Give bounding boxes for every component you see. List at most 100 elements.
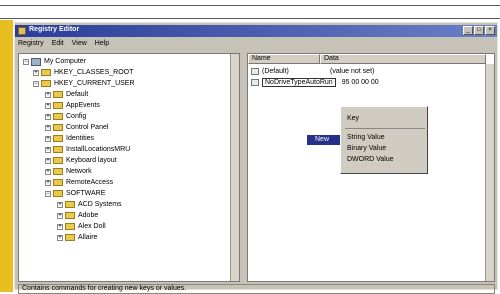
value-row[interactable]: (Default) (value not set) bbox=[251, 66, 374, 76]
expand-icon[interactable]: + bbox=[45, 179, 51, 186]
computer-icon bbox=[31, 57, 41, 66]
expand-icon[interactable]: + bbox=[57, 223, 63, 230]
tree-item-installlocationsmru[interactable]: + InstallLocationsMRU bbox=[45, 144, 130, 155]
tree-item-label: ACD Systems bbox=[78, 201, 122, 208]
tree-item-label: Default bbox=[66, 91, 89, 98]
top-rule bbox=[0, 5, 500, 6]
tree-item-software[interactable]: − SOFTWARE bbox=[45, 188, 105, 199]
new-menu-label: New bbox=[315, 136, 330, 143]
registry-app-icon bbox=[18, 27, 26, 35]
folder-icon bbox=[41, 80, 51, 87]
tree-item-control-panel[interactable]: + Control Panel bbox=[45, 122, 108, 133]
collapse-icon[interactable]: − bbox=[33, 80, 39, 87]
folder-icon bbox=[53, 146, 63, 153]
tree-item-label: Alex Doll bbox=[78, 223, 106, 230]
tree-item-identities[interactable]: + Identities bbox=[45, 133, 94, 144]
tree-item-label: Allaire bbox=[78, 234, 98, 241]
tree-item-allaire[interactable]: + Allaire bbox=[57, 232, 97, 243]
tree-item-label: RemoteAccess bbox=[66, 179, 114, 186]
accent-bar bbox=[0, 20, 13, 292]
value-name: (Default) bbox=[262, 67, 289, 75]
collapse-icon[interactable]: − bbox=[45, 190, 51, 197]
tree-item-alex-doll[interactable]: + Alex Doll bbox=[57, 221, 106, 232]
tree-item-adobe[interactable]: + Adobe bbox=[57, 210, 98, 221]
tree-item-config[interactable]: + Config bbox=[45, 111, 86, 122]
expand-icon[interactable]: + bbox=[45, 124, 51, 131]
title-bar[interactable]: Registry Editor _ □ × bbox=[15, 25, 497, 37]
folder-icon bbox=[53, 168, 63, 175]
folder-icon bbox=[53, 124, 63, 131]
folder-icon bbox=[53, 113, 63, 120]
expand-icon[interactable]: + bbox=[57, 234, 63, 241]
tree-item-default[interactable]: + Default bbox=[45, 89, 88, 100]
folder-icon bbox=[65, 223, 75, 230]
tree-item-keyboard-layout[interactable]: + Keyboard layout bbox=[45, 155, 117, 166]
minimize-button[interactable]: _ bbox=[463, 26, 473, 35]
tree-item-label: Adobe bbox=[78, 212, 99, 219]
tree-item-label: Config bbox=[66, 113, 87, 120]
folder-icon bbox=[53, 190, 63, 197]
tree-item-remoteaccess[interactable]: + RemoteAccess bbox=[45, 177, 113, 188]
expand-icon[interactable]: + bbox=[33, 69, 39, 76]
binary-value-icon bbox=[251, 78, 259, 86]
menu-item-string-value[interactable]: String Value bbox=[347, 134, 385, 141]
expand-icon[interactable]: + bbox=[45, 91, 51, 98]
folder-icon bbox=[53, 179, 63, 186]
value-row[interactable]: NoDriveTypeAutoRun 95 00 00 00 bbox=[251, 77, 379, 87]
collapse-icon[interactable]: − bbox=[23, 58, 29, 65]
menu-view[interactable]: View bbox=[72, 40, 87, 50]
window-title: Registry Editor bbox=[29, 26, 80, 33]
tree-scrollbar[interactable] bbox=[230, 54, 239, 281]
folder-icon bbox=[53, 91, 63, 98]
status-bar: Contains commands for creating new keys … bbox=[18, 284, 495, 294]
tree-item-hkey-classes-root[interactable]: + HKEY_CLASSES_ROOT bbox=[33, 67, 133, 78]
tree-item-label: HKEY_CLASSES_ROOT bbox=[54, 69, 134, 76]
expand-icon[interactable]: + bbox=[57, 201, 63, 208]
value-data: 95 00 00 00 bbox=[341, 78, 379, 86]
expand-icon[interactable]: + bbox=[57, 212, 63, 219]
folder-icon bbox=[65, 212, 75, 219]
column-header-data[interactable]: Data bbox=[320, 54, 486, 64]
tree-item-appevents[interactable]: + AppEvents bbox=[45, 100, 100, 111]
menu-separator bbox=[345, 128, 425, 129]
folder-icon bbox=[65, 201, 75, 208]
tree-item-label: Control Panel bbox=[66, 124, 109, 131]
value-data: (value not set) bbox=[330, 67, 375, 75]
expand-icon[interactable]: + bbox=[45, 146, 51, 153]
value-name[interactable]: NoDriveTypeAutoRun bbox=[262, 77, 336, 87]
menu-item-binary-value[interactable]: Binary Value bbox=[347, 145, 386, 152]
expand-icon[interactable]: + bbox=[45, 102, 51, 109]
string-value-icon bbox=[251, 67, 259, 75]
tree-item-label: Network bbox=[66, 168, 92, 175]
folder-icon bbox=[53, 135, 63, 142]
expand-icon[interactable]: + bbox=[45, 157, 51, 164]
tree-item-hkey-current-user[interactable]: − HKEY_CURRENT_USER bbox=[33, 78, 135, 89]
folder-icon bbox=[65, 234, 75, 241]
tree-item-network[interactable]: + Network bbox=[45, 166, 92, 177]
menu-bar: Registry Edit View Help bbox=[18, 40, 109, 50]
expand-icon[interactable]: + bbox=[45, 168, 51, 175]
tree-item-acd-systems[interactable]: + ACD Systems bbox=[57, 199, 122, 210]
registry-editor-window: Registry Editor _ □ × Registry Edit View… bbox=[14, 22, 498, 294]
expand-icon[interactable]: + bbox=[45, 135, 51, 142]
tree-item-label: AppEvents bbox=[66, 102, 100, 109]
new-submenu: Key String Value Binary Value DWORD Valu… bbox=[340, 106, 428, 174]
expand-icon[interactable]: + bbox=[45, 113, 51, 120]
folder-icon bbox=[53, 102, 63, 109]
menu-item-dword-value[interactable]: DWORD Value bbox=[347, 156, 394, 163]
tree-item-label: InstallLocationsMRU bbox=[66, 146, 131, 153]
menu-item-key[interactable]: Key bbox=[347, 115, 359, 122]
tree-item-label: SOFTWARE bbox=[66, 190, 106, 197]
tree-item-label: Keyboard layout bbox=[66, 157, 117, 164]
values-scrollbar[interactable] bbox=[485, 64, 494, 281]
tree-item-label: My Computer bbox=[44, 58, 87, 65]
menu-edit[interactable]: Edit bbox=[52, 40, 64, 50]
tree-item-label: Identities bbox=[66, 135, 95, 142]
registry-tree-pane[interactable]: − My Computer + HKEY_CLASSES_ROOT − HKEY… bbox=[18, 53, 240, 282]
close-button[interactable]: × bbox=[485, 26, 495, 35]
maximize-button[interactable]: □ bbox=[474, 26, 484, 35]
tree-item-my-computer[interactable]: − My Computer bbox=[23, 56, 86, 67]
menu-help[interactable]: Help bbox=[95, 40, 109, 50]
column-header-name[interactable]: Name bbox=[248, 54, 320, 64]
menu-registry[interactable]: Registry bbox=[18, 40, 44, 50]
